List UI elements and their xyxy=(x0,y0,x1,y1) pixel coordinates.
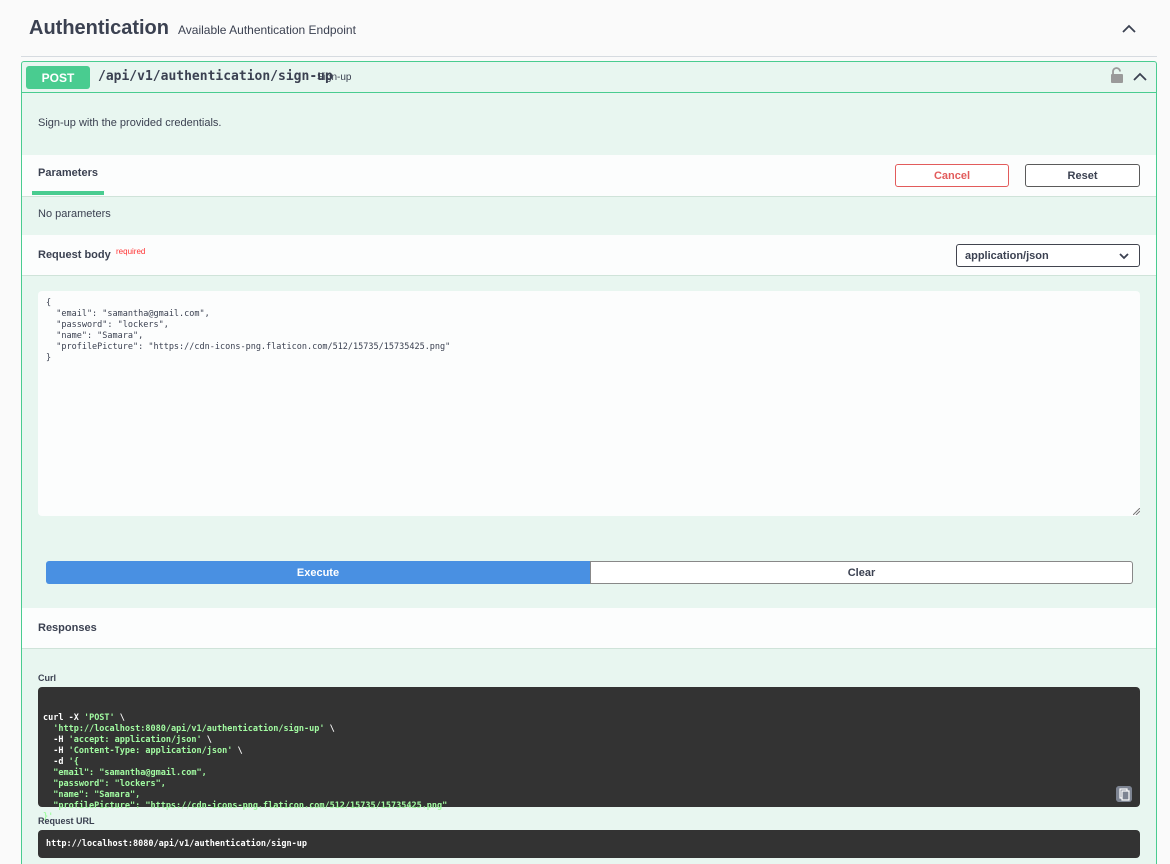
request-url-label: Request URL xyxy=(38,816,95,826)
curl-code-block[interactable]: curl -X 'POST' \ 'http://localhost:8080/… xyxy=(38,687,1140,822)
request-body-header: Request body required application/json xyxy=(22,235,1156,276)
resize-handle-icon[interactable] xyxy=(1133,508,1140,515)
content-type-value: application/json xyxy=(965,249,1049,262)
curl-lines: curl -X 'POST' \ 'http://localhost:8080/… xyxy=(43,713,1135,823)
responses-header: Responses xyxy=(22,608,1156,649)
request-body-editor[interactable]: { "email": "samantha@gmail.com", "passwo… xyxy=(38,291,1140,516)
tab-parameters[interactable]: Parameters xyxy=(32,155,104,195)
tag-header[interactable]: Authentication Available Authentication … xyxy=(21,0,1157,57)
tag-title: Authentication xyxy=(29,16,169,39)
curl-string-text: '{ xyxy=(68,757,79,767)
curl-line: curl -X 'POST' \ xyxy=(43,713,1135,724)
request-body-label: Request body xyxy=(38,249,111,261)
curl-string-text: 'http://localhost:8080/api/v1/authentica… xyxy=(53,724,325,734)
curl-label: Curl xyxy=(38,673,56,683)
chevron-up-icon[interactable] xyxy=(1133,70,1147,84)
cancel-button[interactable]: Cancel xyxy=(895,164,1009,187)
execute-button[interactable]: Execute xyxy=(46,561,590,584)
no-parameters-text: No parameters xyxy=(38,208,111,220)
curl-string-text: "profilePicture": "https://cdn-icons-png… xyxy=(43,801,448,811)
clear-button[interactable]: Clear xyxy=(590,561,1133,584)
curl-line: "email": "samantha@gmail.com", xyxy=(43,768,1135,779)
curl-line: -H 'Content-Type: application/json' \ xyxy=(43,746,1135,757)
operation-description: Sign-up with the provided credentials. xyxy=(38,117,222,129)
tag-description: Available Authentication Endpoint xyxy=(178,23,356,37)
parameters-header: Parameters Cancel Reset xyxy=(22,155,1156,197)
required-marker: required xyxy=(116,247,146,256)
responses-label: Responses xyxy=(38,622,97,634)
operation-summary-text: Sign-up xyxy=(317,72,352,83)
method-badge: POST xyxy=(26,66,90,89)
curl-command-text: -H xyxy=(43,746,69,756)
copy-icon[interactable] xyxy=(1116,786,1132,802)
curl-command-text: -H xyxy=(43,735,69,745)
curl-string-text: 'accept: application/json' xyxy=(68,735,202,745)
operation-summary[interactable]: POST /api/v1/authentication/sign-up Sign… xyxy=(22,62,1156,93)
curl-string-text: "name": "Samara", xyxy=(43,790,141,800)
curl-line: "password": "lockers", xyxy=(43,779,1135,790)
curl-line-continuation: \ xyxy=(232,746,243,756)
operation-block: POST /api/v1/authentication/sign-up Sign… xyxy=(21,61,1157,864)
curl-string-text: "password": "lockers", xyxy=(43,779,166,789)
curl-line: 'http://localhost:8080/api/v1/authentica… xyxy=(43,724,1135,735)
reset-button[interactable]: Reset xyxy=(1025,164,1140,187)
execute-row: Execute Clear xyxy=(46,561,1133,584)
curl-line: -H 'accept: application/json' \ xyxy=(43,735,1135,746)
request-url-value: http://localhost:8080/api/v1/authenticat… xyxy=(46,839,307,849)
curl-string-text: "email": "samantha@gmail.com", xyxy=(43,768,207,778)
chevron-down-icon xyxy=(1119,253,1129,260)
curl-line: "name": "Samara", xyxy=(43,790,1135,801)
operation-path: /api/v1/authentication/sign-up xyxy=(98,69,333,84)
curl-command-text: curl -X xyxy=(43,713,84,723)
curl-string-text: 'POST' xyxy=(83,713,115,723)
curl-line: "profilePicture": "https://cdn-icons-png… xyxy=(43,801,1135,812)
curl-line-continuation: \ xyxy=(114,713,125,723)
chevron-up-icon[interactable] xyxy=(1121,21,1137,37)
curl-line-continuation: \ xyxy=(201,735,212,745)
curl-command-text xyxy=(43,724,53,734)
unlock-icon[interactable] xyxy=(1110,67,1124,84)
curl-command-text: -d xyxy=(43,757,69,767)
curl-line: }' xyxy=(43,812,1135,823)
request-url-block[interactable]: http://localhost:8080/api/v1/authenticat… xyxy=(38,830,1140,858)
curl-line-continuation: \ xyxy=(324,724,335,734)
curl-line: -d '{ xyxy=(43,757,1135,768)
curl-string-text: 'Content-Type: application/json' xyxy=(68,746,233,756)
content-type-select[interactable]: application/json xyxy=(956,244,1140,267)
